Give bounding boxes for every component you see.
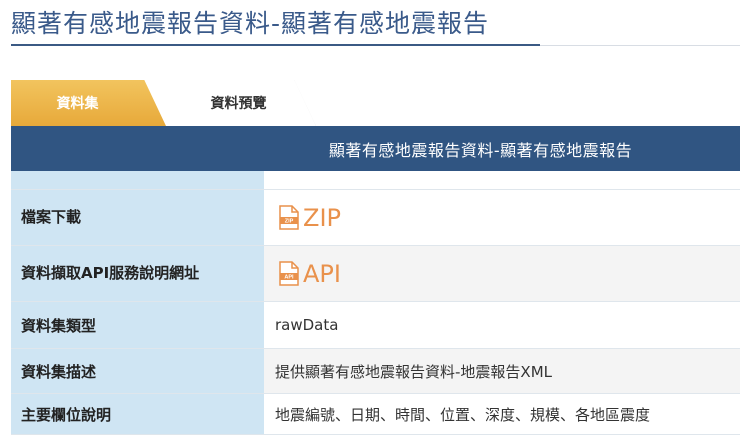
title-underline	[11, 44, 540, 46]
svg-text:API: API	[284, 275, 294, 281]
row-label: 資料集類型	[11, 302, 264, 348]
zip-link-text: ZIP	[303, 203, 341, 232]
row-value-spacer	[264, 171, 740, 189]
row-label-spacer	[11, 171, 264, 189]
zip-download-link[interactable]: ZIP ZIP	[279, 204, 341, 232]
zip-file-icon: ZIP	[279, 205, 299, 230]
api-link-text: API	[303, 259, 341, 288]
api-doc-link[interactable]: API API	[279, 260, 341, 288]
table-row: 資料擷取API服務說明網址 API API	[11, 246, 740, 302]
table-row: 資料集描述 提供顯著有感地震報告資料-地震報告XML	[11, 349, 740, 394]
table-row: 資料集類型 rawData	[11, 302, 740, 349]
tab-data-preview[interactable]: 資料預覽	[161, 80, 316, 126]
tab-dataset[interactable]: 資料集	[11, 80, 166, 126]
row-value: API API	[264, 246, 740, 301]
api-file-icon: API	[279, 261, 299, 286]
page-title: 顯著有感地震報告資料-顯著有感地震報告	[11, 9, 490, 38]
row-label: 資料集描述	[11, 349, 264, 393]
table-row: 檔案下載 ZIP ZIP	[11, 190, 740, 246]
tab-bar: 資料預覽 資料集	[11, 80, 740, 126]
row-value: 提供顯著有感地震報告資料-地震報告XML	[264, 349, 740, 393]
row-label: 主要欄位說明	[11, 394, 264, 434]
table-row: 主要欄位說明 地震編號、日期、時間、位置、深度、規模、各地區震度	[11, 394, 740, 435]
table-header: 顯著有感地震報告資料-顯著有感地震報告	[11, 126, 740, 171]
title-underline-extension	[540, 45, 740, 46]
svg-text:ZIP: ZIP	[285, 219, 294, 225]
row-label: 資料擷取API服務說明網址	[11, 246, 264, 301]
dataset-info-table: 檔案下載 ZIP ZIP 資料擷取API服務說明網址 API API 資料集類型…	[11, 171, 740, 435]
table-row-spacer	[11, 171, 740, 190]
row-label: 檔案下載	[11, 190, 264, 245]
row-value: rawData	[264, 302, 740, 348]
row-value: 地震編號、日期、時間、位置、深度、規模、各地區震度	[264, 394, 740, 434]
row-value: ZIP ZIP	[264, 190, 740, 245]
